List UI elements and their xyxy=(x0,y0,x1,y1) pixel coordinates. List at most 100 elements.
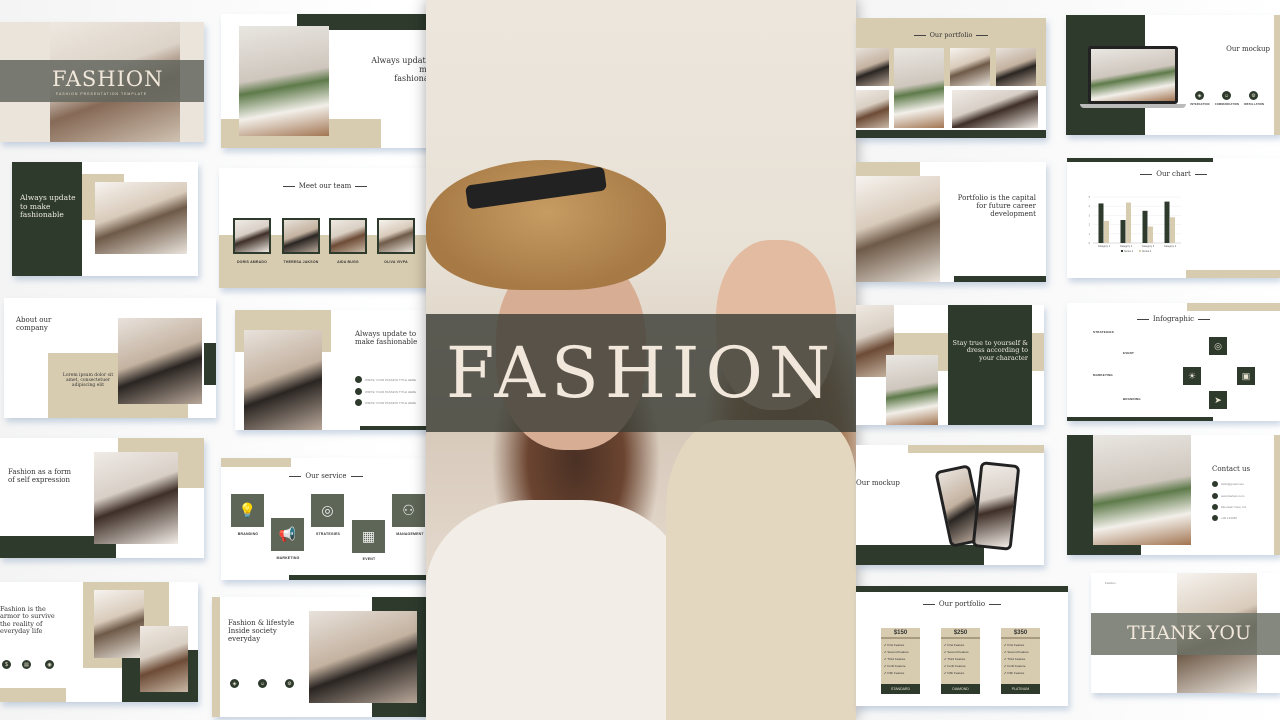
slide-heading: Our portfolio xyxy=(938,600,986,608)
plan-feature: ✔ Third Feature xyxy=(944,657,966,661)
slide-title-text: FASHION xyxy=(52,67,164,91)
bullet-text: WRITE YOUR PASSION TITLE HERE xyxy=(365,401,417,405)
plan-feature: ✔ Third Feature xyxy=(1004,657,1026,661)
service-label: EVENT xyxy=(362,557,376,561)
slide-heading: Fashion & lifestyle Inside society every… xyxy=(228,619,295,644)
decor-block xyxy=(204,343,216,385)
slide-title[interactable]: FASHION FASHION PRESENTATION TEMPLATE xyxy=(0,22,204,142)
slide-about[interactable]: About our company Lorem ipsum dolor sit … xyxy=(4,298,216,418)
plan-button[interactable]: PLATINUM xyxy=(1001,684,1040,694)
y-tick-label: 3 xyxy=(1089,214,1091,217)
pricing-card[interactable]: $350 ✔ First Feature ✔ Second Feature ✔ Thi… xyxy=(1001,628,1040,694)
phone-mockup xyxy=(971,461,1021,551)
slide-thank-you[interactable]: Fashion THANK YOU xyxy=(1091,573,1280,693)
plan-feature: ✔ Fifth Feature xyxy=(944,671,965,675)
phone-icon xyxy=(1212,515,1218,521)
plan-feature: ✔ Second Feature xyxy=(944,650,969,654)
plan-price: $350 xyxy=(1001,628,1040,639)
bar-series-1 xyxy=(1120,220,1126,243)
web-icon xyxy=(1212,493,1218,499)
slide-quote: Lorem ipsum dolor sit amet, consectetuer… xyxy=(62,373,114,389)
step-label: EVENT xyxy=(1123,351,1135,355)
slide-title-text: THANK YOU xyxy=(1127,622,1251,644)
slide-mockup-1[interactable]: Our mockup ◈ ☺ ⚙ INTERACTION COMMUNICATI… xyxy=(1066,15,1280,135)
slide-photo xyxy=(309,611,417,703)
slide-contact[interactable]: Contact us hello@gmail.com www.fashion.c… xyxy=(1067,435,1280,555)
contact-address: Mountain View, CA xyxy=(1221,505,1247,509)
y-tick-label: 2 xyxy=(1089,224,1091,227)
step-label: MARKETING xyxy=(1093,373,1113,377)
communication-icon: ☺ xyxy=(258,679,267,688)
sweater-shape xyxy=(426,500,686,720)
pricing-card[interactable]: $150 ✔ First Feature ✔ Second Feature ✔ Thi… xyxy=(881,628,920,694)
y-tick-label: 5 xyxy=(1089,196,1091,199)
slide-expression[interactable]: Fashion as a form of self expression xyxy=(0,438,204,558)
icon-label: INSTALLATION xyxy=(1243,103,1265,106)
slide-heading: Our mockup xyxy=(856,479,900,487)
decor-block xyxy=(0,688,66,702)
slide-heading: Contact us xyxy=(1212,465,1251,473)
presentation-preview: FASHION FASHION PRESENTATION TEMPLATE Al… xyxy=(0,0,1280,720)
slide-chart[interactable]: Our chart 0 1 2 3 4 5 Category 1 Category 2 Cate… xyxy=(1067,158,1280,278)
camera-icon: ▣ xyxy=(1237,367,1255,385)
bar-series-2 xyxy=(1104,220,1109,243)
slide-photo xyxy=(94,452,178,544)
slide-portfolio-1[interactable]: Our portfolio xyxy=(856,18,1046,138)
decor-block xyxy=(1187,303,1280,311)
slide-pricing[interactable]: Our portfolio $150 ✔ First Feature ✔ Secon… xyxy=(856,586,1068,706)
laptop-mockup xyxy=(1088,46,1178,104)
slide-team[interactable]: Meet our team DORIS AMRADO THERESA JAKSO… xyxy=(219,168,431,288)
pricing-card[interactable]: $250 ✔ First Feature ✔ Second Feature ✔ Thi… xyxy=(941,628,980,694)
bar-series-2 xyxy=(1170,217,1175,243)
slide-heading-wrap: Our chart xyxy=(1067,170,1280,178)
slide-photo xyxy=(856,176,940,282)
contact-website: www.fashion.com xyxy=(1221,494,1245,498)
decor-block xyxy=(360,426,431,430)
team-member-name: THERESA JAKSON xyxy=(283,260,319,264)
management-icon: ▤ xyxy=(22,660,31,669)
slide-heading-wrap: Our portfolio xyxy=(856,600,1068,608)
slide-photo xyxy=(886,355,938,425)
slide-heading: Fashion as a form of self expression xyxy=(8,468,72,485)
branding-icon: 💡 xyxy=(231,494,264,527)
plan-feature: ✔ Forth Feature xyxy=(1004,664,1026,668)
bar-series-1 xyxy=(1098,203,1104,243)
team-member-name: AIDA BUGG xyxy=(337,260,359,264)
slide-heading: Always update to make fashionable xyxy=(20,193,76,220)
y-tick-label: 0 xyxy=(1089,242,1091,245)
slide-armor[interactable]: Fashion is the armor to survive the real… xyxy=(0,582,198,702)
bar-series-2 xyxy=(1148,226,1153,243)
slide-capital[interactable]: Portfolio is the capital for future care… xyxy=(856,162,1046,282)
slide-stay-true[interactable]: Stay true to yourself & dress according … xyxy=(856,305,1044,425)
bar-chart: 0 1 2 3 4 5 Category 1 Category 2 Category 3 Cate… xyxy=(1089,196,1181,253)
decor-block xyxy=(954,276,1046,282)
marketing-icon: ◉ xyxy=(45,660,54,669)
plan-feature: ✔ Second Feature xyxy=(1004,650,1029,654)
slide-heading: Our portfolio xyxy=(929,31,973,39)
plan-button[interactable]: DIAMOND xyxy=(941,684,980,694)
slide-update-2[interactable]: Always update to make fashionable xyxy=(221,14,431,148)
team-member-name: OLIVA VIVPA xyxy=(384,260,408,264)
slide-service[interactable]: Our service 💡 📢 ◎ ▦ ⚇ BRANDING MARKETING… xyxy=(221,458,431,580)
slide-photo xyxy=(140,626,188,692)
slide-heading: Always update to make fashionable xyxy=(355,330,418,347)
legend-label: Series 1 xyxy=(1124,250,1134,253)
event-icon: ▦ xyxy=(352,520,385,553)
team-member-name: DORIS AMRADO xyxy=(236,260,268,264)
service-label: STRATEGIES xyxy=(315,532,341,536)
slide-infographic[interactable]: Infographic STRATEGIES EVENT MARKETING B… xyxy=(1067,303,1280,421)
slide-lifestyle[interactable]: Fashion & lifestyle Inside society every… xyxy=(212,597,426,717)
plan-feature: ✔ Second Feature xyxy=(884,650,909,654)
slide-heading-wrap: Our portfolio xyxy=(856,31,1046,39)
portfolio-photo xyxy=(996,48,1036,86)
slide-photo xyxy=(1093,435,1191,545)
plan-feature: ✔ First Feature xyxy=(944,643,965,647)
bullet-text: WRITE YOUR PASSION TITLE HERE xyxy=(365,390,417,394)
installation-icon: ⚙ xyxy=(1249,91,1258,100)
decor-block xyxy=(1067,158,1213,162)
cover-slide[interactable]: FASHION xyxy=(426,0,856,720)
plan-button[interactable]: STANDARD xyxy=(881,684,920,694)
slide-update-3[interactable]: Always update to make fashionable WRITE … xyxy=(235,310,431,430)
slide-update-1[interactable]: Always update to make fashionable xyxy=(12,162,198,276)
slide-mockup-2[interactable]: Our mockup xyxy=(856,445,1044,565)
